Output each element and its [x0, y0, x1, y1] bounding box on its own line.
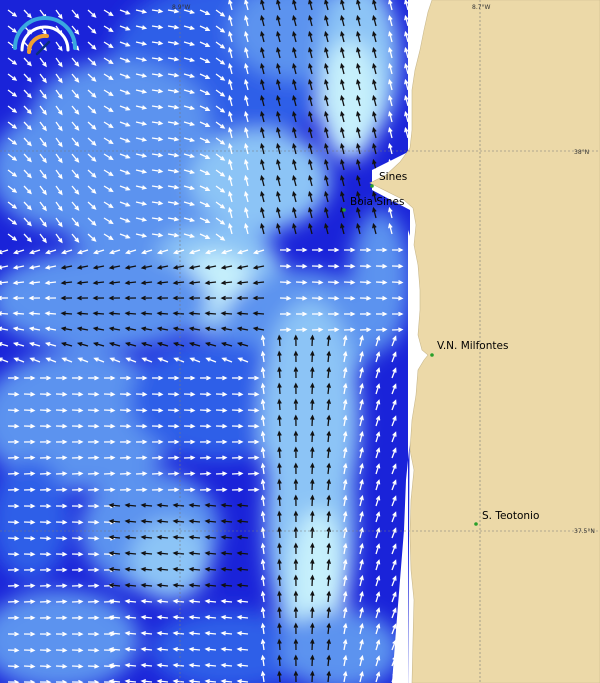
current-arrow-icon [388, 158, 393, 171]
lat-label-bottom: 37.5°N [574, 528, 595, 535]
place-label: Boia Sines [350, 196, 404, 208]
location-marker-icon [474, 522, 478, 526]
current-map[interactable]: 8.9°W 8.7°W 38°N 37.5°N Sines Boia Sines… [0, 0, 600, 683]
location-marker-icon [342, 208, 346, 212]
speed-patch [0, 250, 210, 350]
lon-label-left: 8.9°W [172, 4, 191, 11]
location-marker-icon [370, 184, 374, 188]
place-label: Sines [379, 171, 407, 183]
speed-patch [320, 40, 380, 160]
place-label: S. Teotonio [482, 510, 539, 522]
location-marker-icon [430, 353, 434, 357]
lat-label-top: 38°N [574, 149, 589, 156]
place-label: V.N. Milfontes [437, 340, 508, 352]
speed-patch [130, 520, 210, 600]
lon-label-right: 8.7°W [472, 4, 491, 11]
